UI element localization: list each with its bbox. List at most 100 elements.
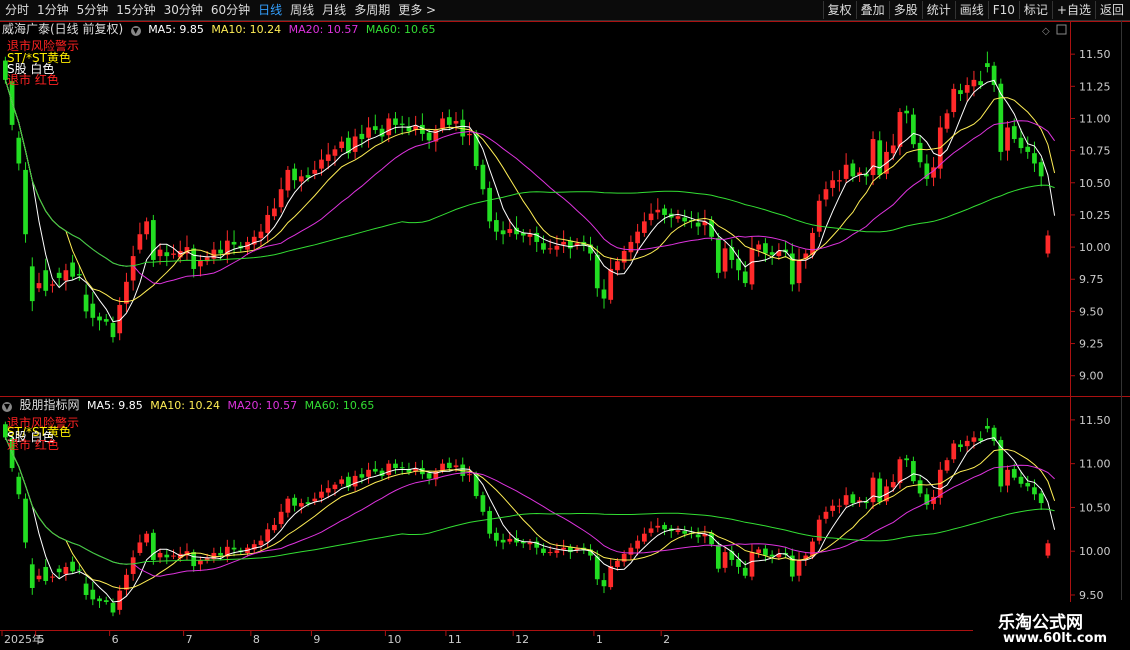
candle-body <box>325 154 331 161</box>
candle-body <box>796 259 802 284</box>
candle-body <box>944 113 950 129</box>
candle-body <box>958 90 963 95</box>
candle-body <box>715 545 721 569</box>
candle-body <box>366 127 371 138</box>
sub-y-axis: 11.50 11.00 10.50 10.00 9.50 <box>1070 414 1111 602</box>
candle-body <box>608 566 614 588</box>
maximize-icon[interactable] <box>1056 24 1067 35</box>
candle-body <box>789 555 795 577</box>
candle-body <box>742 567 748 576</box>
candle-body <box>83 294 89 312</box>
candle-body <box>763 548 768 556</box>
candle-body <box>769 554 775 557</box>
candle-body <box>97 598 102 602</box>
sub-candles <box>3 418 1051 617</box>
candle-body <box>594 254 600 289</box>
candle-body <box>911 461 916 482</box>
candle-body <box>729 551 735 560</box>
candle-body <box>971 79 977 87</box>
x-tick-label: 1 <box>596 633 603 646</box>
ma20-line <box>4 437 1055 577</box>
candle-body <box>951 88 957 113</box>
candle-body <box>298 503 304 507</box>
candle-body <box>837 180 842 182</box>
candle-body <box>487 187 492 222</box>
candle-body <box>285 169 291 191</box>
watermark-url: www.60lt.com <box>1003 631 1108 646</box>
candle-body <box>1038 493 1044 504</box>
candle-body <box>157 249 163 257</box>
ma5-value: MA5: 9.85 <box>148 23 204 36</box>
candle-body <box>796 559 802 576</box>
candle-body <box>319 491 324 498</box>
candle-body <box>823 189 829 200</box>
candle-body <box>292 497 297 506</box>
candle-body <box>90 303 96 318</box>
y-tick-label: 10.50 <box>1079 501 1111 514</box>
sub-legend: ▼ 股朋指标网 MA5: 9.85 MA10: 10.24 MA20: 10.5… <box>2 398 378 413</box>
candle-body <box>628 241 634 253</box>
candle-body <box>110 602 116 613</box>
x-tick-label: 5 <box>38 633 45 646</box>
candle-body <box>547 552 553 554</box>
candle-body <box>648 213 654 221</box>
delist-red-tag: 退市 红色 <box>7 73 59 87</box>
candle-body <box>393 118 398 125</box>
candle-body <box>23 169 28 235</box>
y-tick-label: 9.50 <box>1079 589 1104 602</box>
candle-body <box>830 505 836 511</box>
candle-body <box>312 169 318 174</box>
candle-body <box>985 63 990 68</box>
candle-body <box>278 511 284 525</box>
candle-body <box>675 530 681 532</box>
candle-body <box>29 266 35 302</box>
candle-body <box>298 176 304 182</box>
candle-body <box>50 576 55 578</box>
chevron-down-icon[interactable]: ▼ <box>2 402 12 412</box>
candle-body <box>36 283 42 289</box>
candle-body <box>467 133 472 136</box>
candle-body <box>157 552 163 558</box>
candle-body <box>850 494 856 504</box>
candle-body <box>83 583 89 595</box>
delist-red-tag: 退市 红色 <box>7 438 59 452</box>
candle-body <box>1005 469 1010 486</box>
x-axis: 2025年5 6 7 8 9 10 11 12 1 2 <box>1 630 670 646</box>
candle-body <box>110 322 116 338</box>
candle-body <box>695 534 701 538</box>
kline-chart[interactable]: 11.50 11.25 11.00 10.75 10.50 10.25 10.00 9.75 9… <box>0 0 1130 650</box>
candle-body <box>453 121 459 124</box>
chevron-down-icon[interactable]: ▼ <box>130 26 141 36</box>
candle-body <box>426 473 432 479</box>
diamond-icon[interactable]: ◇ <box>1042 26 1050 37</box>
candle-body <box>810 541 815 557</box>
candle-body <box>756 549 762 553</box>
candle-body <box>890 482 896 488</box>
candle-body <box>386 463 392 476</box>
candle-body <box>50 284 55 286</box>
ma20-value: MA20: 10.57 <box>288 23 359 36</box>
candle-body <box>16 476 22 495</box>
y-tick-label: 11.00 <box>1079 458 1111 471</box>
candle-body <box>258 231 264 239</box>
candle-body <box>641 221 647 233</box>
x-tick-label: 7 <box>186 633 193 646</box>
x-tick-label: 12 <box>515 633 529 646</box>
candle-body <box>500 539 506 543</box>
candle-body <box>655 209 661 213</box>
candle-body <box>494 532 499 541</box>
candle-body <box>124 281 129 304</box>
candle-body <box>332 149 338 156</box>
candle-body <box>150 220 156 260</box>
candle-body <box>621 553 627 562</box>
candle-body <box>1018 137 1024 149</box>
candle-body <box>897 459 903 483</box>
x-tick-label: 11 <box>448 633 462 646</box>
candle-body <box>870 477 876 503</box>
candle-body <box>978 438 984 441</box>
candle-body <box>877 478 883 503</box>
candle-body <box>662 524 667 530</box>
candle-body <box>763 243 768 254</box>
candle-body <box>682 217 688 222</box>
y-tick-label: 11.50 <box>1079 48 1111 61</box>
